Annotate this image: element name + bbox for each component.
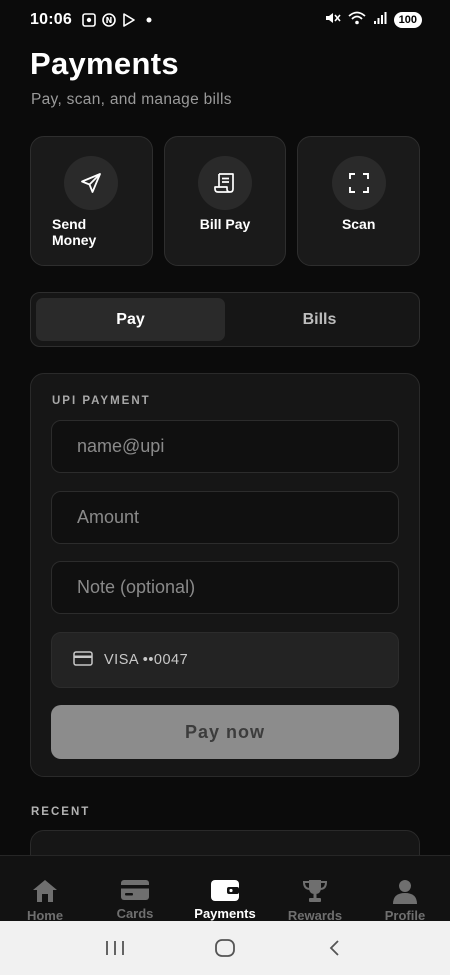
tab-pay[interactable]: Pay — [36, 298, 225, 341]
tab-bills[interactable]: Bills — [225, 298, 414, 341]
nav-payments-label: Payments — [194, 906, 256, 921]
pay-bills-tabs: Pay Bills — [30, 292, 420, 347]
upi-id-field[interactable] — [51, 420, 399, 473]
nav-rewards[interactable]: Rewards — [270, 856, 360, 923]
dot-icon — [142, 13, 156, 27]
wallet-icon — [210, 878, 240, 902]
recent-section-title: RECENT — [31, 806, 91, 818]
nav-home[interactable]: Home — [0, 856, 90, 923]
status-bar: 10:06 N 100 — [0, 0, 450, 40]
system-navigation-bar — [0, 921, 450, 975]
back-button[interactable] — [315, 928, 355, 968]
upi-payment-panel: UPI PAYMENT VISA ••0047 Pay now — [30, 373, 420, 777]
amount-input[interactable] — [77, 507, 373, 528]
trophy-icon — [300, 878, 330, 904]
status-time: 10:06 — [30, 11, 72, 28]
home-button[interactable] — [205, 928, 245, 968]
wifi-icon — [348, 11, 366, 30]
send-money-button[interactable]: Send Money — [30, 136, 153, 266]
mute-icon — [325, 11, 341, 30]
nav-profile[interactable]: Profile — [360, 856, 450, 923]
signal-icon — [373, 11, 387, 30]
bill-pay-button[interactable]: Bill Pay — [163, 136, 287, 266]
receipt-icon — [198, 156, 252, 210]
send-money-label: Send Money — [52, 216, 97, 248]
pay-now-button[interactable]: Pay now — [51, 705, 399, 759]
back-chevron-icon — [329, 940, 339, 956]
app-notification-icon: N — [102, 13, 116, 27]
card-label: VISA ••0047 — [104, 652, 189, 668]
note-field[interactable] — [51, 561, 399, 614]
nav-payments[interactable]: Payments — [180, 856, 270, 921]
nav-cards[interactable]: Cards — [90, 856, 180, 921]
credit-card-icon — [73, 650, 93, 670]
card-selector[interactable]: VISA ••0047 — [51, 632, 399, 688]
scan-label: Scan — [341, 216, 376, 232]
home-circle-icon — [215, 939, 235, 957]
recents-icon — [106, 941, 124, 955]
bottom-navigation: Home Cards Payments Rewards Profile — [0, 855, 450, 923]
svg-text:N: N — [106, 16, 113, 25]
quick-actions: Send Money Bill Pay Scan — [30, 136, 421, 266]
send-icon — [64, 156, 118, 210]
note-input[interactable] — [77, 577, 373, 598]
person-icon — [390, 878, 420, 904]
play-store-icon — [122, 13, 136, 27]
page-title: Payments — [30, 46, 179, 81]
scan-button[interactable]: Scan — [297, 136, 421, 266]
recent-apps-button[interactable] — [95, 928, 135, 968]
screenshot-icon — [82, 13, 96, 27]
amount-field[interactable] — [51, 491, 399, 544]
section-title: UPI PAYMENT — [52, 395, 151, 407]
home-icon — [30, 878, 60, 904]
status-system-icons: 100 — [325, 11, 422, 30]
nav-cards-label: Cards — [116, 906, 154, 921]
card-icon — [120, 878, 150, 902]
status-notification-icons: N — [82, 13, 156, 27]
upi-id-input[interactable] — [77, 436, 373, 457]
battery-indicator: 100 — [393, 12, 422, 28]
page-subtitle: Pay, scan, and manage bills — [31, 91, 232, 108]
scan-icon — [331, 156, 386, 210]
bill-pay-label: Bill Pay — [199, 216, 251, 232]
